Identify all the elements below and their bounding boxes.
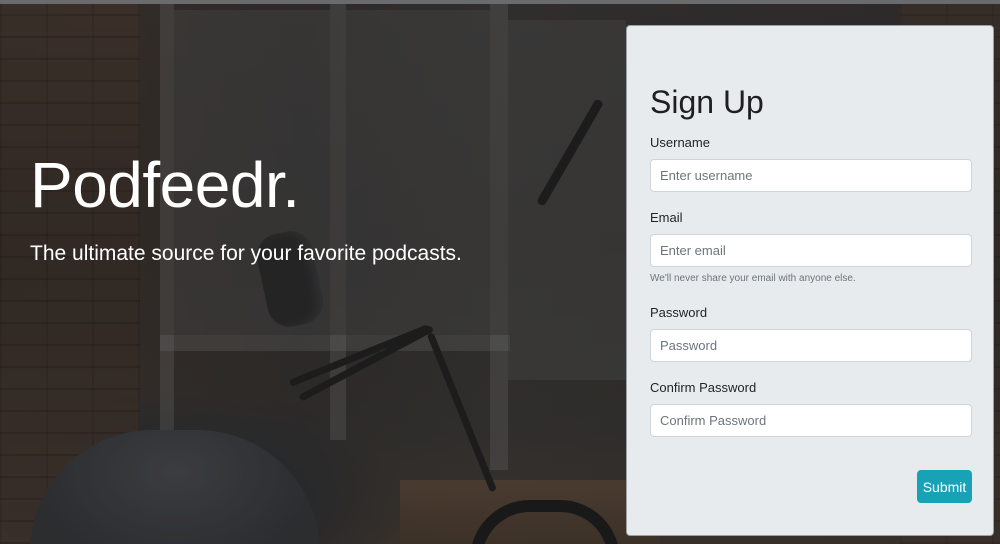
submit-button[interactable]: Submit <box>917 470 972 503</box>
top-edge-bar <box>0 0 1000 4</box>
confirm-password-label: Confirm Password <box>650 380 757 395</box>
username-input[interactable] <box>650 159 972 192</box>
email-label: Email <box>650 210 683 225</box>
confirm-password-input[interactable] <box>650 404 972 437</box>
email-input[interactable] <box>650 234 972 267</box>
password-label: Password <box>650 305 708 320</box>
email-help-text: We'll never share your email with anyone… <box>650 273 856 284</box>
brand-tagline: The ultimate source for your favorite po… <box>30 242 462 265</box>
signup-form: Sign Up Username Email We'll never share… <box>626 25 994 536</box>
signup-title: Sign Up <box>650 84 764 120</box>
brand-title: Podfeedr. <box>30 149 300 221</box>
password-input[interactable] <box>650 329 972 362</box>
username-label: Username <box>650 135 710 150</box>
